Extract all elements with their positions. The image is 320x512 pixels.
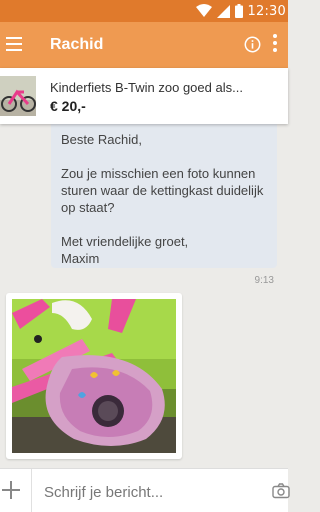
compose-divider: [31, 469, 32, 512]
status-icons: 12:30: [195, 3, 288, 19]
more-vert-icon[interactable]: [271, 34, 279, 56]
message-bubble: Beste Rachid, Zou je misschien een foto …: [51, 124, 277, 268]
signal-icon: [216, 4, 230, 18]
conversation-title: Rachid: [50, 36, 104, 53]
listing-price: € 20,-: [50, 98, 86, 114]
message-input[interactable]: [44, 481, 264, 503]
bike-photo: [12, 299, 176, 453]
photo-message[interactable]: [6, 293, 182, 459]
listing-thumbnail: [0, 76, 36, 116]
message-greeting: Beste Rachid,: [61, 132, 142, 147]
wifi-icon: [195, 4, 212, 17]
battery-icon: [234, 4, 243, 18]
message-signature: Maxim: [61, 251, 100, 266]
plus-icon[interactable]: [0, 479, 22, 501]
info-icon[interactable]: [244, 36, 261, 53]
app-bar: Rachid: [0, 22, 288, 68]
compose-bar: [0, 468, 290, 512]
menu-icon[interactable]: [6, 34, 26, 54]
message-timestamp: 9:13: [254, 275, 274, 286]
status-bar: 12:30: [0, 0, 288, 22]
message-closing: Met vriendelijke groet,: [61, 234, 189, 249]
camera-icon[interactable]: [272, 483, 290, 499]
listing-title: Kinderfiets B-Twin zoo goed als...: [50, 80, 243, 95]
listing-card[interactable]: Kinderfiets B-Twin zoo goed als... € 20,…: [0, 68, 288, 124]
status-time: 12:30: [247, 3, 286, 19]
message-body: Zou je misschien een foto kunnen sturen …: [61, 166, 264, 215]
